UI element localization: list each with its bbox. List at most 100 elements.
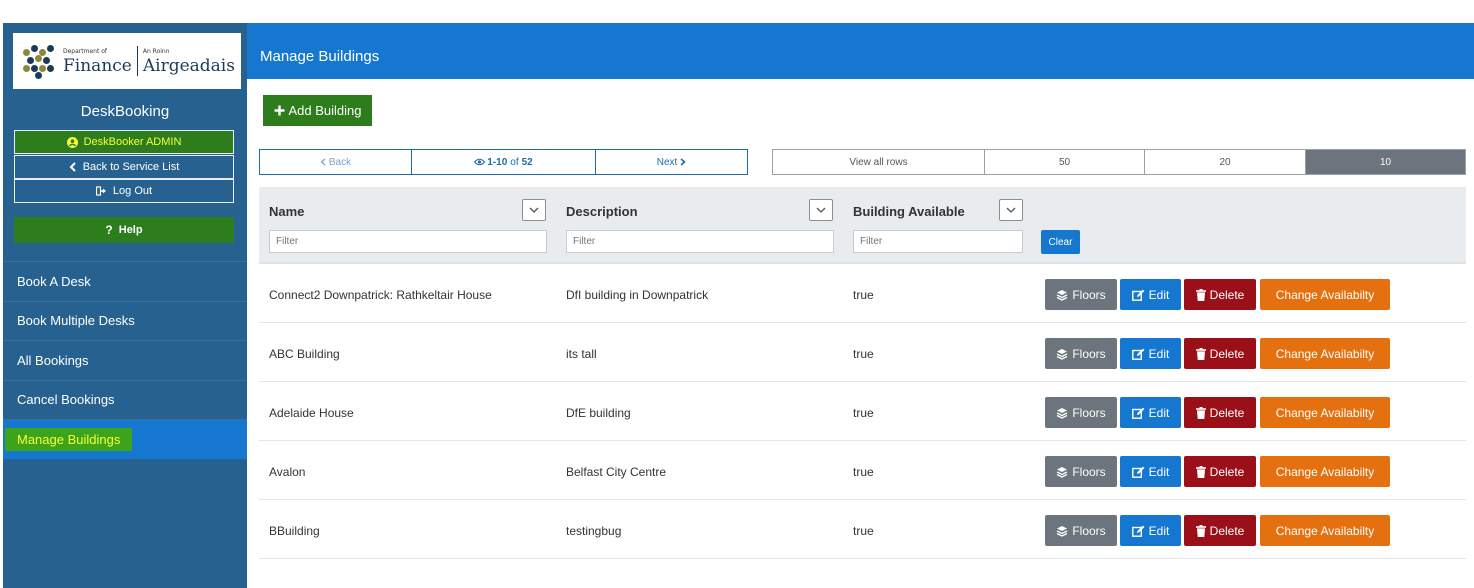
sidebar-item-manage-buildings[interactable]: Manage Buildings xyxy=(3,419,247,459)
app-name: DeskBooking xyxy=(80,103,170,120)
floors-button[interactable]: Floors xyxy=(1045,456,1117,487)
cell-name: ABC Building xyxy=(269,347,340,361)
table-header: Name Description Building Available Clea… xyxy=(259,187,1466,264)
chevron-right-icon xyxy=(680,158,687,166)
filter-description-input[interactable] xyxy=(566,230,834,253)
cell-name: BBuilding xyxy=(269,524,320,538)
change-availability-button[interactable]: Change Availabilty xyxy=(1260,279,1390,310)
log-out-label: Log Out xyxy=(112,185,153,197)
edit-button[interactable]: Edit xyxy=(1120,279,1181,310)
change-availability-button[interactable]: Change Availabilty xyxy=(1260,397,1390,428)
delete-label: Delete xyxy=(1209,346,1245,361)
edit-icon xyxy=(1131,466,1145,478)
change-availability-label: Change Availabilty xyxy=(1275,287,1375,302)
edit-icon xyxy=(1131,525,1145,537)
delete-button[interactable]: Delete xyxy=(1184,279,1256,310)
log-out-button[interactable]: Log Out xyxy=(14,179,234,203)
floors-button[interactable]: Floors xyxy=(1045,397,1117,428)
delete-button[interactable]: Delete xyxy=(1184,515,1256,546)
delete-button[interactable]: Delete xyxy=(1184,338,1256,369)
layers-icon xyxy=(1056,348,1068,360)
chevron-down-icon xyxy=(529,207,539,213)
pager-range: 1-10 of 52 xyxy=(412,150,596,174)
pager-next-button[interactable]: Next xyxy=(596,150,747,174)
sidebar-item-book-multiple-desks[interactable]: Book Multiple Desks xyxy=(3,300,247,341)
cell-description: testingbug xyxy=(566,524,622,538)
back-to-service-list-label: Back to Service List xyxy=(82,161,180,173)
help-button[interactable]: ? Help xyxy=(14,217,234,243)
edit-button[interactable]: Edit xyxy=(1120,456,1181,487)
sidebar-nav: Book A Desk Book Multiple Desks All Book… xyxy=(3,261,247,459)
user-circle-icon xyxy=(66,136,78,148)
cell-description: DfI building in Downpatrick xyxy=(566,288,709,302)
admin-user-button[interactable]: DeskBooker ADMIN xyxy=(14,130,234,154)
question-icon: ? xyxy=(105,223,113,237)
pager-back-label: Back xyxy=(328,156,352,168)
delete-button[interactable]: Delete xyxy=(1184,397,1256,428)
floors-label: Floors xyxy=(1072,523,1106,538)
cell-available: true xyxy=(853,465,874,479)
floors-button[interactable]: Floors xyxy=(1045,338,1117,369)
edit-label: Edit xyxy=(1148,523,1170,538)
sidebar-item-book-a-desk[interactable]: Book A Desk xyxy=(3,261,247,301)
cell-description: its tall xyxy=(566,347,597,361)
rows-option-10[interactable]: 10 xyxy=(1306,150,1465,174)
change-availability-button[interactable]: Change Availabilty xyxy=(1260,515,1390,546)
rows-option-20[interactable]: 20 xyxy=(1145,150,1306,174)
pager-next-label: Next xyxy=(656,156,678,168)
change-availability-button[interactable]: Change Availabilty xyxy=(1260,338,1390,369)
page-header: Manage Buildings xyxy=(247,23,1474,79)
floors-label: Floors xyxy=(1072,287,1106,302)
cell-name: Connect2 Downpatrick: Rathkeltair House xyxy=(269,288,492,302)
sort-available-button[interactable] xyxy=(999,199,1023,221)
sort-name-button[interactable] xyxy=(522,199,546,221)
sidebar-item-label: Book A Desk xyxy=(17,273,91,289)
delete-label: Delete xyxy=(1209,523,1245,538)
edit-button[interactable]: Edit xyxy=(1120,338,1181,369)
cell-name: Adelaide House xyxy=(269,406,354,420)
column-header-description: Description xyxy=(566,204,638,219)
filter-name-input[interactable] xyxy=(269,230,547,253)
rows-option-all[interactable]: View all rows xyxy=(773,150,985,174)
sidebar-item-label: All Bookings xyxy=(17,352,89,368)
pagination: Back 1-10 of 52 Next xyxy=(259,149,748,175)
admin-user-label: DeskBooker ADMIN xyxy=(83,136,182,148)
edit-icon xyxy=(1131,407,1145,419)
cell-description: DfE building xyxy=(566,406,631,420)
sidebar-item-all-bookings[interactable]: All Bookings xyxy=(3,340,247,380)
table-row: ABC Building its tall true Floors Edit D… xyxy=(259,323,1466,382)
clear-filters-button[interactable]: Clear xyxy=(1041,230,1080,254)
edit-button[interactable]: Edit xyxy=(1120,515,1181,546)
logo-irish-big: Airgeadais xyxy=(142,56,235,76)
change-availability-label: Change Availabilty xyxy=(1275,405,1375,420)
rows-option-50[interactable]: 50 xyxy=(985,150,1145,174)
floors-button[interactable]: Floors xyxy=(1045,279,1117,310)
trash-icon xyxy=(1195,524,1206,537)
edit-button[interactable]: Edit xyxy=(1120,397,1181,428)
layers-icon xyxy=(1056,466,1068,478)
chevron-left-icon xyxy=(320,158,326,166)
table-row: Adelaide House DfE building true Floors … xyxy=(259,382,1466,441)
delete-label: Delete xyxy=(1209,405,1245,420)
sidebar-item-label: Manage Buildings xyxy=(5,427,133,451)
sort-description-button[interactable] xyxy=(809,199,833,221)
add-building-button[interactable]: Add Building xyxy=(263,95,372,126)
change-availability-button[interactable]: Change Availabilty xyxy=(1260,456,1390,487)
pager-back-button[interactable]: Back xyxy=(260,150,412,174)
sidebar-item-cancel-bookings[interactable]: Cancel Bookings xyxy=(3,379,247,420)
delete-label: Delete xyxy=(1209,464,1245,479)
floors-button[interactable]: Floors xyxy=(1045,515,1117,546)
help-label: Help xyxy=(118,224,143,236)
back-to-service-list-button[interactable]: Back to Service List xyxy=(14,155,234,179)
pager-of-text: of xyxy=(510,156,519,168)
cell-available: true xyxy=(853,524,874,538)
plus-icon xyxy=(274,105,285,116)
trash-icon xyxy=(1195,406,1206,419)
floors-label: Floors xyxy=(1072,405,1106,420)
filter-available-input[interactable] xyxy=(853,230,1023,253)
delete-button[interactable]: Delete xyxy=(1184,456,1256,487)
cell-available: true xyxy=(853,406,874,420)
edit-label: Edit xyxy=(1148,287,1170,302)
edit-label: Edit xyxy=(1148,346,1170,361)
logo-dept-small: Department of xyxy=(63,48,107,55)
